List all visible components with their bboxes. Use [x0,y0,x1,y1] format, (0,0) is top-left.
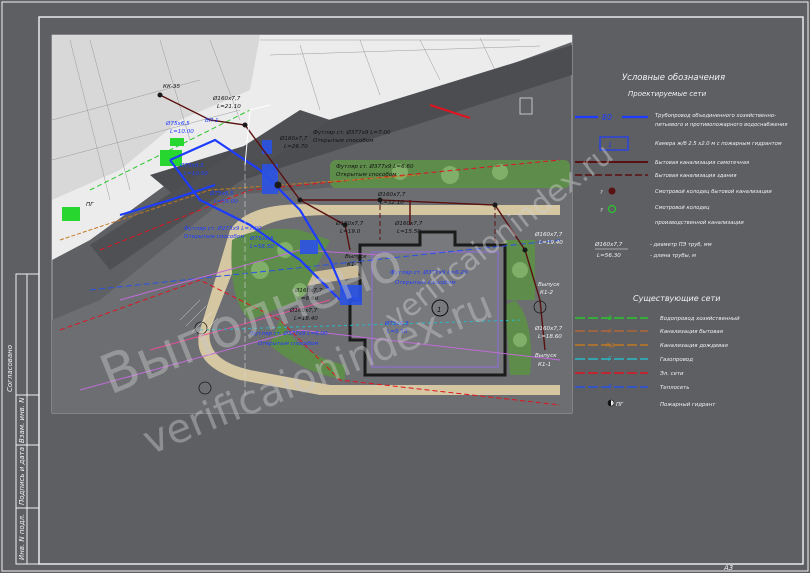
legend-item-text: Канализация бытовая [660,329,724,335]
legend-item-text: Теплосеть [660,385,689,391]
legend-item-text: Бытовая канализация здания [655,173,736,179]
legend-code: К [608,328,613,335]
plan-label: Ø160х7,7 [212,95,241,102]
legend-title: Условные обозначения [622,73,725,83]
plan-label: К1-2 [540,290,554,296]
plan-label: Ø160х7,7 [279,135,308,142]
legend-pipe-length: L=56.30 [597,253,621,259]
plan-label: Ø75х6,5 [249,235,274,242]
plan-label: Открытым способом [313,138,374,144]
plan-label: Ø160х7,7 [377,191,406,198]
drawing-sheet: Согласовано Взам. инв. N Подпись и дата … [1,1,809,572]
plan-label: Ø75х6,5 [179,162,204,169]
legend-item-text: Пожарный гидрант [660,402,716,408]
svg-text:?: ? [600,190,603,196]
plan-label: L=21.10 [217,104,241,110]
plan-label: Футляр ст. Ø377х9 L=7.00 [313,129,391,136]
plan-label: КК-35 [163,84,181,90]
side-label-replace: Взам. инв. N [18,397,26,443]
legend-item-text: Смотровой колодец [655,205,710,211]
legend-item-text: Трубопровод объединенного хозяйственно- [655,113,776,119]
svg-text:?: ? [600,208,603,214]
legend-subtitle-projected: Проектируемые сети [628,90,707,98]
plan-label: Ø160х7,7 [534,325,563,332]
manhole-icon [608,187,616,195]
plan-label: L=19.0 [340,229,361,235]
plan-label: К1-1 [538,362,551,368]
plan-label: Открытым способом [184,234,245,240]
legend-item-text: Газопровод [660,357,693,363]
plan-label: ПГ [86,202,94,208]
legend-subtitle-existing: Существующие сети [633,294,720,303]
legend-code: В [608,315,612,322]
legend-code: Кд [606,342,614,349]
plan-label: Ø75х6,5 [165,120,190,127]
legend-pipe-diameter: Ø160х7,7 [594,241,623,248]
plan-label: L=15.50 [397,229,421,235]
legend-pipe-length-text: - длина трубы, м [650,253,696,259]
plan-label: Выпуск [535,353,557,359]
plan-label: Выпуск [538,282,560,288]
plan-label: Ø160х7,7 [335,220,364,227]
svg-text:1: 1 [608,142,612,149]
side-label-inventory: Инв. N подл. [18,514,26,560]
plan-label: L=32.10 [380,200,404,206]
legend-code: В0 [602,113,612,122]
plan-label: Ø160х7,7 [394,220,423,227]
plan-label: Футляр ст. Ø273х9 L=7.00 [184,225,262,232]
legend-item-text: производственной канализации [655,220,744,226]
plan-label: L=58.50 [250,244,274,250]
plan-label: L=10.50 [184,171,208,177]
legend-item-text: Водопровод хозяйственный [660,316,740,322]
plan-label: Ø160х7,7 [534,231,563,238]
legend-item-text: Эл. сети [659,371,684,377]
legend-item-text: Бытовая канализация самотечная [655,160,749,166]
plan-label: Открытым способом [336,172,397,178]
legend-item-text: Камера ж/б 2.5 х2.0 м с пожарным гидрант… [655,141,782,147]
side-label-agreed: Согласовано [6,345,14,392]
legend-pipe-diameter-text: - диаметр ПЭ труб, мм [650,242,712,248]
legend-item-text: Канализация дождевая [660,343,729,349]
plan-label: ВП-1 [205,118,219,124]
side-label-signature: Подпись и дата [18,447,26,505]
plan-label: L=19.40 [539,240,563,246]
plan-label: L=55.00 [214,199,238,205]
plan-label: L=18.60 [538,334,562,340]
legend-item-text: Смотровой колодец бытовой канализации [655,189,772,195]
sheet-format: А3 [723,564,733,572]
legend-item-text: питьевого и противопожарного водоснабжен… [655,122,788,128]
plan-label: Ø75х6,5 [209,190,234,197]
plan-label: L=26.70 [284,144,308,150]
plan-label: Футляр ст. Ø377х9 L=6.60 [336,163,414,170]
legend-code: ПГ [616,402,624,408]
plan-label: L=10.00 [170,129,194,135]
